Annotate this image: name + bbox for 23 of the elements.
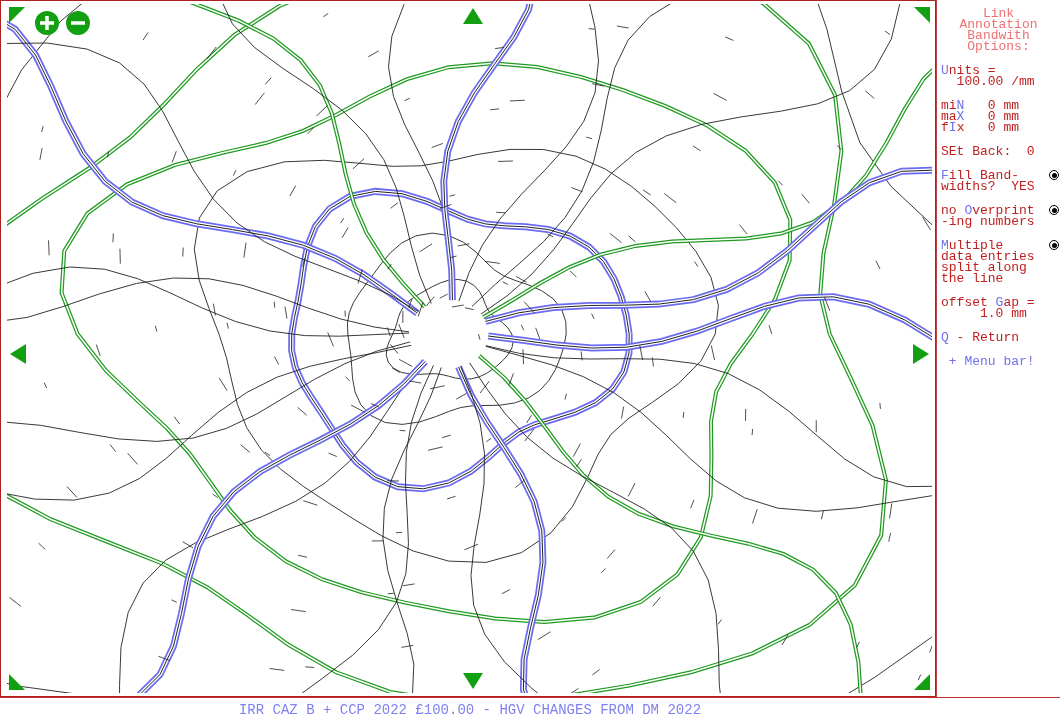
option-text[interactable]: + Menu bar! [941,356,1060,367]
option-text[interactable]: Q - Return [941,332,1060,343]
radio-button[interactable] [1049,240,1059,250]
pan-up-right-arrow[interactable] [914,7,930,23]
zoom-in-icon[interactable] [35,11,59,35]
option-text[interactable]: Fill Band- widths? YES [941,170,1060,192]
option-text[interactable]: no Overprint -ing numbers [941,205,1060,227]
pan-down-arrow[interactable] [463,673,483,689]
pan-down-right-arrow[interactable] [914,674,930,690]
option-text[interactable]: offset Gap = 1.0 mm [941,297,1060,319]
option-text[interactable]: miN 0 mm maX 0 mm fIx 0 mm [941,100,1060,133]
radio-button[interactable] [1049,205,1059,215]
option-text[interactable]: Multiple data entries split along the line [941,240,1060,284]
status-title: IRR CAZ B + CCP 2022 £100.00 - HGV CHANGES FROM DM 2022 [0,697,1060,722]
pan-left-arrow[interactable] [10,344,26,364]
pan-up-left-arrow[interactable] [9,7,25,23]
option-text[interactable]: SEt Back: 0 [941,146,1060,157]
pan-right-arrow[interactable] [913,344,929,364]
pan-up-arrow[interactable] [463,8,483,24]
pan-down-left-arrow[interactable] [9,674,25,690]
options-title: Link Annotation Bandwith Options: [958,8,1039,52]
radio-button[interactable] [1049,170,1059,180]
zoom-out-icon[interactable] [66,11,90,35]
